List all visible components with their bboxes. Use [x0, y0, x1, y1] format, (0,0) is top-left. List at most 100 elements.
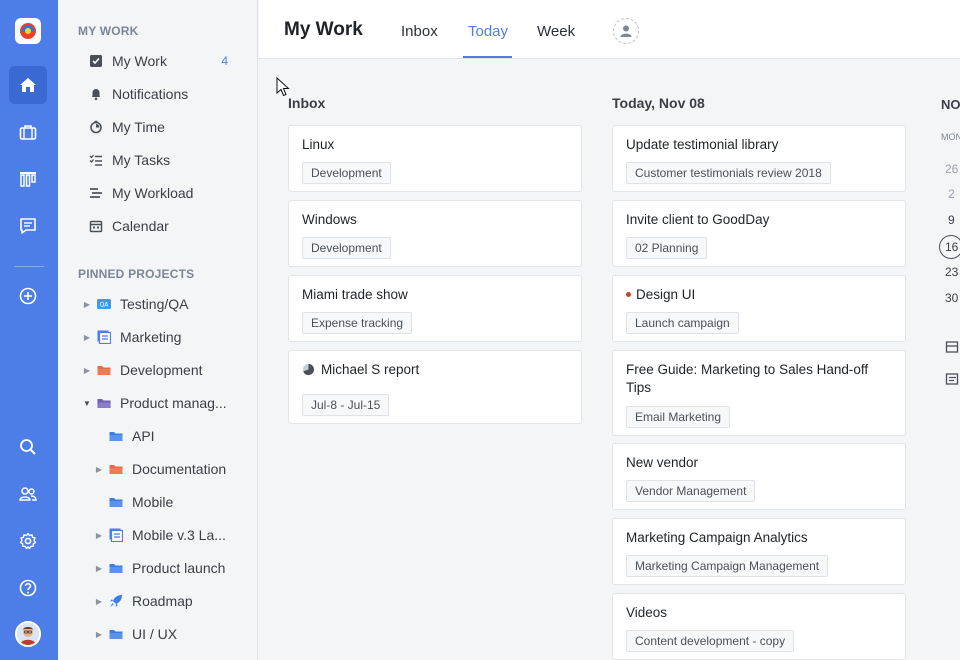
rocket-icon	[108, 593, 124, 609]
task-card[interactable]: New vendor Vendor Management	[612, 443, 906, 510]
sidebar-project-marketing[interactable]: ▶ Marketing	[58, 322, 258, 352]
tab-inbox[interactable]: Inbox	[401, 23, 438, 40]
sidebar-item-label: Product launch	[132, 560, 226, 576]
task-card[interactable]: Update testimonial library Customer test…	[612, 125, 906, 192]
user-icon	[620, 25, 632, 37]
folder-icon	[108, 560, 124, 576]
calendar-day[interactable]: 23	[945, 265, 958, 279]
project-tag[interactable]: Development	[302, 237, 391, 259]
project-tag[interactable]: Customer testimonials review 2018	[626, 162, 831, 184]
task-title: Invite client to GoodDay	[626, 212, 770, 227]
help-icon[interactable]	[9, 569, 47, 607]
sidebar-item-label: My Workload	[112, 185, 194, 201]
sidebar-project-ui-ux[interactable]: ▶ UI / UX	[58, 619, 258, 649]
page-header: My Work Inbox Today Week	[259, 0, 960, 59]
sidebar-project-api[interactable]: API	[58, 421, 258, 451]
calendar-weekday-label: MON	[941, 132, 960, 142]
sidebar-item-my-workload[interactable]: My Workload	[58, 178, 258, 208]
sidebar-item-label: Documentation	[132, 461, 227, 477]
logo-icon[interactable]	[15, 18, 41, 44]
sidebar-project-roadmap[interactable]: ▶ Roadmap	[58, 586, 258, 616]
task-card[interactable]: Videos Content development - copy	[612, 593, 906, 660]
assignee-filter-button[interactable]	[613, 18, 639, 44]
columns-icon[interactable]	[9, 160, 47, 198]
sidebar-item-label: Testing/QA	[120, 296, 189, 312]
project-tag[interactable]: Marketing Campaign Management	[626, 555, 829, 577]
notes-icon[interactable]	[945, 372, 959, 386]
briefcase-icon[interactable]	[9, 113, 47, 151]
caret-right-icon[interactable]: ▶	[94, 531, 104, 540]
caret-right-icon[interactable]: ▶	[94, 630, 104, 639]
calendar-day[interactable]: 26	[945, 162, 958, 176]
page-title: My Work	[284, 19, 363, 40]
sidebar-item-my-time[interactable]: My Time	[58, 112, 258, 142]
sidebar-project-mobile-v3[interactable]: ▶ Mobile v.3 La...	[58, 520, 258, 550]
sidebar-project-mobile[interactable]: Mobile	[58, 487, 258, 517]
sidebar-item-label: Mobile v.3 La...	[132, 527, 226, 543]
caret-right-icon[interactable]: ▶	[82, 366, 92, 375]
task-title: Michael S report	[302, 361, 562, 379]
sidebar-project-product-management[interactable]: ▼ Product manag...	[58, 388, 258, 418]
sidebar-item-label: Notifications	[112, 86, 189, 102]
project-tag[interactable]: 02 Planning	[626, 237, 708, 259]
tab-today[interactable]: Today	[468, 23, 508, 40]
calendar-view-icon[interactable]	[945, 340, 959, 354]
calendar-day[interactable]: 2	[948, 187, 955, 201]
project-tag[interactable]: Vendor Management	[626, 480, 756, 502]
workload-icon	[88, 185, 104, 201]
gear-icon[interactable]	[9, 522, 47, 560]
sidebar-project-product-launch[interactable]: ▶ Product launch	[58, 553, 258, 583]
sidebar-item-my-work[interactable]: My Work 4	[58, 46, 258, 76]
add-icon[interactable]	[9, 277, 47, 315]
qa-badge-icon: QA	[96, 296, 112, 312]
task-card[interactable]: Invite client to GoodDay 02 Planning	[612, 200, 906, 267]
task-card[interactable]: Free Guide: Marketing to Sales Hand-off …	[612, 350, 906, 436]
task-card[interactable]: Marketing Campaign Analytics Marketing C…	[612, 518, 906, 585]
task-card[interactable]: Linux Development	[288, 125, 582, 192]
tab-week[interactable]: Week	[537, 23, 575, 40]
task-card[interactable]: Michael S report Jul-8 - Jul-15	[288, 350, 582, 424]
calendar-day-today[interactable]: 16	[945, 240, 958, 254]
sidebar-item-my-tasks[interactable]: My Tasks	[58, 145, 258, 175]
chat-icon[interactable]	[9, 207, 47, 245]
search-icon[interactable]	[9, 428, 47, 466]
calendar-day[interactable]: 30	[945, 291, 958, 305]
folder-icon	[96, 395, 112, 411]
caret-right-icon[interactable]: ▶	[82, 333, 92, 342]
sidebar-project-documentation[interactable]: ▶ Documentation	[58, 454, 258, 484]
sidebar-item-label: Calendar	[112, 218, 169, 234]
folder-icon	[108, 626, 124, 642]
sidebar: MY WORK My Work 4 Notifications My Time …	[58, 0, 258, 660]
caret-right-icon[interactable]: ▶	[94, 465, 104, 474]
project-tag[interactable]: Development	[302, 162, 391, 184]
sidebar-project-testing-qa[interactable]: ▶ QA Testing/QA	[58, 289, 258, 319]
sidebar-item-calendar[interactable]: Calendar	[58, 211, 258, 241]
calendar-month-title: NO	[941, 97, 960, 112]
project-tag[interactable]: Launch campaign	[626, 312, 739, 334]
sidebar-item-label: My Tasks	[112, 152, 171, 168]
caret-down-icon[interactable]: ▼	[82, 399, 92, 408]
folder-icon	[108, 494, 124, 510]
task-title: Miami trade show	[302, 287, 408, 302]
project-tag[interactable]: Email Marketing	[626, 406, 731, 428]
sidebar-project-development[interactable]: ▶ Development	[58, 355, 258, 385]
board-icon	[108, 527, 124, 543]
user-avatar[interactable]	[15, 621, 41, 647]
project-tag[interactable]: Content development - copy	[626, 630, 795, 652]
home-icon[interactable]	[9, 66, 47, 104]
task-card[interactable]: Design UI Launch campaign	[612, 275, 906, 342]
date-range-tag[interactable]: Jul-8 - Jul-15	[302, 394, 390, 416]
task-card[interactable]: Miami trade show Expense tracking	[288, 275, 582, 342]
sidebar-item-label: Development	[120, 362, 203, 378]
sidebar-item-notifications[interactable]: Notifications	[58, 79, 258, 109]
task-card[interactable]: Windows Development	[288, 200, 582, 267]
check-square-icon	[88, 53, 104, 69]
caret-right-icon[interactable]: ▶	[94, 597, 104, 606]
caret-right-icon[interactable]: ▶	[94, 564, 104, 573]
caret-right-icon[interactable]: ▶	[82, 300, 92, 309]
users-icon[interactable]	[9, 475, 47, 513]
timer-icon	[88, 119, 104, 135]
project-tag[interactable]: Expense tracking	[302, 312, 413, 334]
calendar-day[interactable]: 9	[948, 213, 955, 227]
task-title: Windows	[302, 212, 357, 227]
